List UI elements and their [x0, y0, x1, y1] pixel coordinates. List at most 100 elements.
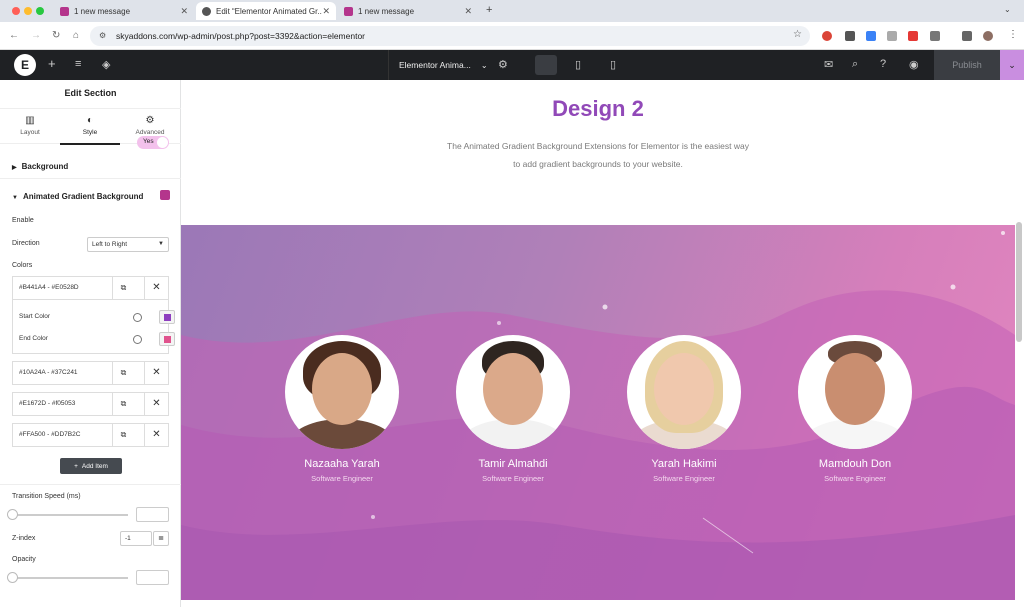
reading-list-icon[interactable] — [962, 31, 972, 41]
team-member-card[interactable]: Mamdouh Don Software Engineer — [790, 335, 920, 483]
publish-button[interactable]: Publish — [934, 50, 1000, 80]
close-tab-icon[interactable]: ✕ — [464, 6, 472, 17]
member-role: Software Engineer — [653, 474, 715, 483]
delete-x-icon[interactable]: ✕ — [144, 277, 168, 299]
help-icon[interactable]: ? — [880, 58, 886, 70]
zindex-input[interactable]: -1 — [120, 531, 152, 546]
section-heading: Design 2 — [552, 96, 644, 121]
tab-layout[interactable]: ▥ Layout — [0, 109, 60, 145]
maximize-window-icon[interactable] — [36, 7, 44, 15]
duplicate-icon[interactable]: ⧉ — [112, 424, 134, 446]
close-tab-icon[interactable]: ✕ — [322, 6, 330, 17]
extension-red-icon[interactable] — [908, 31, 918, 41]
browser-tab-2[interactable]: Edit “Elementor Animated Gr... ✕ — [196, 2, 336, 20]
database-dynamic-icon[interactable]: ≣ — [153, 531, 169, 546]
site-info-icon[interactable]: ⚙ — [99, 31, 106, 40]
delete-x-icon[interactable]: ✕ — [144, 393, 168, 415]
animated-gradient-section-header[interactable]: ▼ Animated Gradient Background — [12, 192, 143, 201]
edit-section-panel: Edit Section ▥ Layout ◐ Style ⚙ Advanced… — [0, 80, 181, 607]
add-element-icon[interactable]: + — [48, 56, 56, 71]
notifications-megaphone-icon[interactable]: ✉ — [824, 58, 833, 71]
team-member-card[interactable]: Tamir Almahdi Software Engineer — [448, 335, 578, 483]
member-name: Nazaaha Yarah — [304, 458, 380, 470]
search-icon[interactable]: ⌕ — [852, 58, 858, 71]
extensions-puzzle-icon[interactable] — [930, 31, 940, 41]
publish-options-chevron-icon[interactable]: ⌄ — [1000, 50, 1024, 80]
slider-handle[interactable] — [7, 509, 18, 520]
close-window-icon[interactable] — [12, 7, 20, 15]
enable-toggle[interactable]: Yes — [137, 136, 169, 149]
elementor-top-bar: E + ≡ ◈ Elementor Anima... ⌄ ⚙ ▯ ▯ ✉ ⌕ ?… — [0, 50, 1024, 80]
team-member-card[interactable]: Nazaaha Yarah Software Engineer — [277, 335, 407, 483]
site-settings-icon[interactable]: ≡ — [75, 58, 81, 70]
close-tab-icon[interactable]: ✕ — [180, 6, 188, 17]
enable-label: Enable — [12, 217, 34, 224]
tab-list-chevron-icon[interactable]: ⌄ — [1004, 5, 1011, 14]
transition-speed-input[interactable] — [136, 507, 169, 522]
add-item-button[interactable]: + Add Item — [60, 458, 122, 474]
delete-x-icon[interactable]: ✕ — [144, 362, 168, 384]
new-tab-button[interactable]: + — [486, 4, 492, 16]
opacity-label: Opacity — [12, 556, 36, 563]
elementor-logo-icon[interactable]: E — [14, 54, 36, 76]
slider-handle[interactable] — [7, 572, 18, 583]
browser-tab-1[interactable]: 1 new message ✕ — [54, 2, 194, 20]
transition-speed-label: Transition Speed (ms) — [12, 493, 81, 500]
back-icon[interactable]: ← — [9, 30, 19, 41]
opacity-input[interactable] — [136, 570, 169, 585]
section-description: The Animated Gradient Background Extensi… — [447, 141, 749, 169]
canvas-scrollbar[interactable] — [1016, 222, 1022, 342]
background-section-header[interactable]: ▶ Background — [12, 162, 68, 171]
home-icon[interactable]: ⌂ — [73, 30, 79, 41]
bookmark-star-icon[interactable]: ☆ — [793, 29, 802, 40]
url-input[interactable]: ⚙ skyaddons.com/wp-admin/post.php?post=3… — [90, 26, 810, 46]
desktop-view-icon[interactable] — [535, 55, 557, 75]
color-item-2[interactable]: #10A24A - #37C241 ⧉ ✕ — [12, 361, 169, 385]
start-color-picker[interactable] — [159, 310, 175, 324]
color-item-3[interactable]: #E1672D - #f05053 ⧉ ✕ — [12, 392, 169, 416]
extension-shield-icon[interactable] — [845, 31, 855, 41]
extension-translate-icon[interactable] — [866, 31, 876, 41]
member-name: Mamdouh Don — [818, 458, 892, 470]
reload-icon[interactable]: ↻ — [52, 30, 60, 41]
chevron-down-icon: ⌄ — [480, 60, 488, 70]
duplicate-icon[interactable]: ⧉ — [112, 393, 134, 415]
avatar — [627, 335, 741, 449]
transition-speed-slider[interactable] — [7, 509, 128, 520]
member-name: Yarah Hakimi — [651, 458, 717, 470]
color-item-4[interactable]: #FFA500 - #DD7B2C ⧉ ✕ — [12, 423, 169, 447]
color-item-1[interactable]: #B441A4 - #E0528D ⧉ ✕ — [12, 276, 169, 300]
direction-select[interactable]: Left to Right ▼ — [87, 237, 169, 252]
extension-image-icon[interactable] — [887, 31, 897, 41]
duplicate-icon[interactable]: ⧉ — [112, 362, 134, 384]
page-settings-gear-icon[interactable]: ⚙ — [498, 58, 508, 71]
panel-title: Edit Section — [64, 88, 117, 98]
end-color-picker[interactable] — [159, 332, 175, 346]
browser-tab-3[interactable]: 1 new message ✕ — [338, 2, 478, 20]
chevron-down-icon: ▼ — [158, 241, 164, 247]
global-color-icon[interactable] — [133, 335, 142, 344]
colors-label: Colors — [12, 262, 33, 269]
divider — [0, 484, 181, 485]
global-color-icon[interactable] — [133, 313, 142, 322]
preview-eye-icon[interactable]: ◉ — [909, 58, 919, 71]
structure-layers-icon[interactable]: ◈ — [102, 58, 110, 71]
avatar — [798, 335, 912, 449]
duplicate-icon[interactable]: ⧉ — [112, 277, 134, 299]
tablet-view-icon[interactable]: ▯ — [575, 58, 581, 71]
extension-chrome-icon[interactable] — [822, 31, 832, 41]
mobile-view-icon[interactable]: ▯ — [610, 58, 616, 71]
opacity-slider[interactable] — [7, 572, 128, 583]
forward-icon[interactable]: → — [31, 30, 41, 41]
browser-menu-icon[interactable]: ⋮ — [1008, 29, 1018, 40]
avatar — [456, 335, 570, 449]
profile-avatar[interactable] — [983, 31, 993, 41]
animated-gradient-section[interactable]: Nazaaha Yarah Software Engineer Tamir Al… — [181, 225, 1015, 600]
preview-canvas: Design 2 The Animated Gradient Backgroun… — [181, 80, 1024, 607]
tab-style[interactable]: ◐ Style — [60, 109, 120, 145]
member-role: Software Engineer — [482, 474, 544, 483]
delete-x-icon[interactable]: ✕ — [144, 424, 168, 446]
team-member-card[interactable]: Yarah Hakimi Software Engineer — [619, 335, 749, 483]
skyaddons-favicon-icon — [344, 6, 353, 16]
minimize-window-icon[interactable] — [24, 7, 32, 15]
